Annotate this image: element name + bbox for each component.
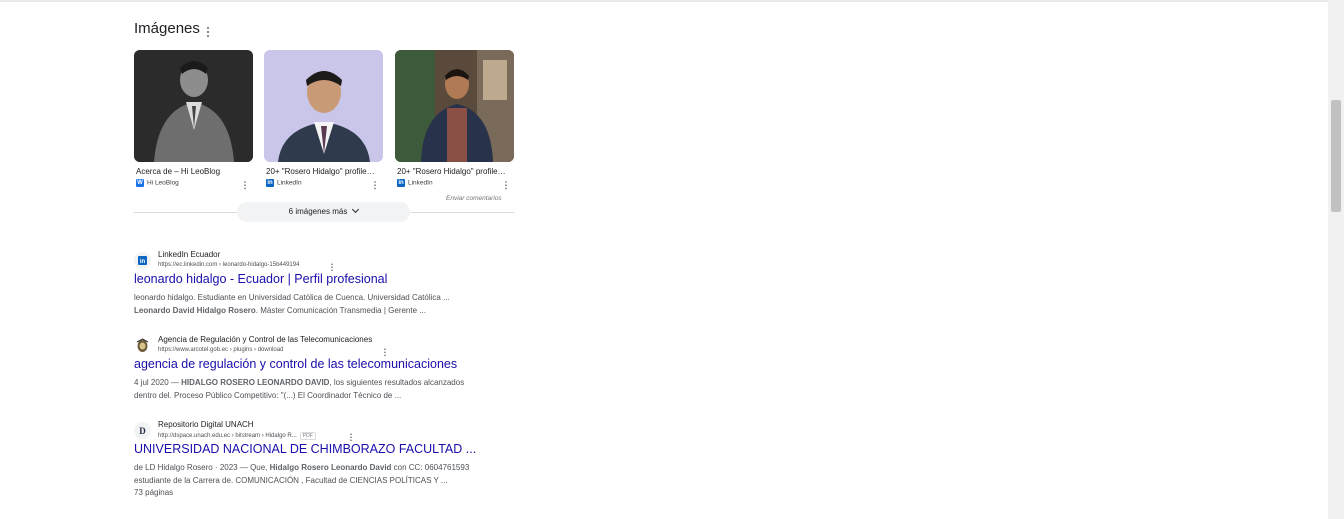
result-snippet: de LD Hidalgo Rosero · 2023 — Que, Hidal… [134, 462, 469, 500]
snippet-line: Leonardo David Hidalgo Rosero. Máster Co… [134, 305, 450, 318]
image-card[interactable]: Acerca de – Hi LeoBlog W Hi LeoBlog [134, 50, 253, 191]
snippet-highlight: Hidalgo Rosero Leonardo David [269, 463, 392, 472]
result-url[interactable]: http://dspace.unach.edu.ec › bitstream ›… [158, 432, 316, 440]
result-url[interactable]: https://www.arcotel.gob.ec › plugins › d… [158, 347, 283, 353]
snippet-text: . Máster Comunicación Transmedia | Geren… [255, 305, 426, 315]
snippet-line: leonardo hidalgo. Estudiante en Universi… [134, 293, 450, 302]
snippet-text: , los siguientes resultados alcanzados [329, 378, 465, 387]
linkedin-icon: in [266, 179, 274, 187]
image-thumbnail[interactable] [264, 50, 383, 162]
image-card-source-name: LinkedIn [277, 179, 302, 187]
snippet-line: dentro del. Proceso Público Competitivo:… [134, 390, 402, 400]
svg-text:D: D [139, 426, 146, 436]
image-card[interactable]: 20+ "Rosero Hidalgo" profiles ... in Link… [264, 50, 383, 191]
snippet-date: 4 jul 2020 — [134, 378, 182, 387]
linkedin-favicon-icon[interactable]: in [134, 252, 151, 269]
result-site-name[interactable]: Repositorio Digital UNACH [158, 420, 254, 429]
top-divider [0, 0, 1328, 2]
snippet-line: estudiante de la Carrera de. COMUNICACIÓ… [134, 475, 448, 485]
scrollbar-thumb[interactable] [1331, 100, 1341, 212]
snippet-line: de LD Hidalgo Rosero · 2023 — Que, Hidal… [134, 462, 469, 475]
result-url-text[interactable]: http://dspace.unach.edu.ec › bitstream ›… [158, 433, 297, 439]
snippet-highlight: HIDALGO ROSERO LEONARDO DAVID [181, 378, 330, 387]
more-images-button[interactable]: 6 imágenes más [237, 202, 410, 222]
result-snippet: leonardo hidalgo. Estudiante en Universi… [134, 292, 450, 317]
image-card-source-name: Hi LeoBlog [147, 179, 179, 187]
image-card[interactable]: 20+ "Rosero Hidalgo" profiles ... in Link… [395, 50, 514, 191]
image-thumbnail[interactable] [395, 50, 514, 162]
image-card-source: in LinkedIn [395, 179, 514, 191]
wordpress-icon: W [136, 179, 144, 187]
result-page-count: 73 páginas [134, 488, 174, 497]
snippet-text: con CC: 0604761593 [391, 463, 470, 472]
unach-favicon-icon[interactable]: D [134, 422, 151, 439]
image-card-source: W Hi LeoBlog [134, 179, 253, 191]
image-card-options-icon[interactable] [504, 181, 507, 191]
images-more-options-icon[interactable] [206, 27, 210, 39]
send-feedback-link[interactable]: Enviar comentarios [446, 195, 502, 202]
svg-text:in: in [140, 259, 146, 265]
image-card-title[interactable]: 20+ "Rosero Hidalgo" profiles ... [395, 167, 507, 176]
image-card-title[interactable]: 20+ "Rosero Hidalgo" profiles ... [264, 167, 376, 176]
image-card-source: in LinkedIn [264, 179, 383, 191]
scrollbar-track[interactable] [1328, 0, 1344, 519]
snippet-highlight: Leonardo David Hidalgo Rosero [134, 305, 256, 315]
snippet-meta: de LD Hidalgo Rosero · 2023 — Que, [134, 463, 270, 472]
result-title-link[interactable]: agencia de regulación y control de las t… [134, 357, 457, 371]
arcotel-favicon-icon[interactable] [134, 337, 151, 354]
image-card-source-name: LinkedIn [408, 179, 433, 187]
image-card-title[interactable]: Acerca de – Hi LeoBlog [134, 167, 246, 176]
images-section-title: Imágenes [134, 20, 200, 37]
result-site-name[interactable]: Agencia de Regulación y Control de las T… [158, 335, 372, 344]
result-snippet: 4 jul 2020 — HIDALGO ROSERO LEONARDO DAV… [134, 377, 464, 402]
linkedin-icon: in [397, 179, 405, 187]
image-card-options-icon[interactable] [373, 181, 376, 191]
more-images-label: 6 imágenes más [288, 207, 348, 216]
result-title-link[interactable]: UNIVERSIDAD NACIONAL DE CHIMBORAZO FACUL… [134, 442, 476, 456]
result-site-name[interactable]: LinkedIn Ecuador [158, 250, 220, 259]
snippet-line: 4 jul 2020 — HIDALGO ROSERO LEONARDO DAV… [134, 377, 464, 390]
image-thumbnail[interactable] [134, 50, 253, 162]
chevron-down-icon [352, 205, 360, 214]
result-title-link[interactable]: leonardo hidalgo - Ecuador | Perfil prof… [134, 272, 387, 286]
pdf-badge: PDF [299, 432, 316, 440]
result-url[interactable]: https://ec.linkedin.com › leonardo-hidal… [158, 262, 299, 268]
image-card-options-icon[interactable] [243, 181, 246, 191]
